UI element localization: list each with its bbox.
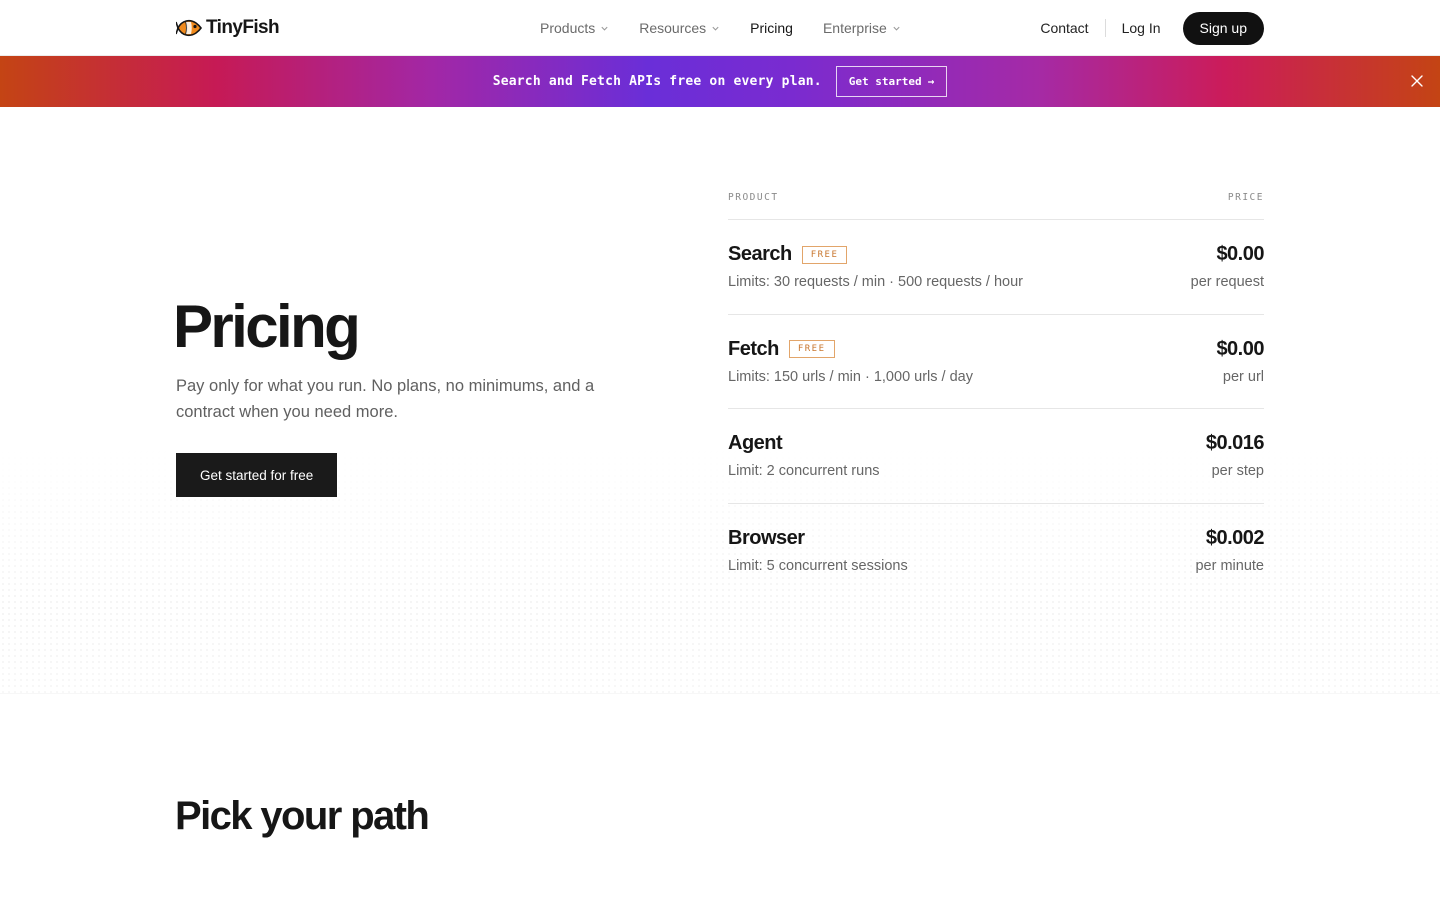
product-name-group: Browser (728, 527, 805, 550)
chevron-down-icon (712, 26, 719, 31)
product-limits: Limits: 150 urls / min · 1,000 urls / da… (728, 368, 973, 385)
pricing-table: PRODUCT PRICE Search FREE Limits: 30 req… (728, 192, 1265, 599)
nav-item-label: Pricing (750, 20, 793, 36)
banner-text: Search and Fetch APIs free on every plan… (492, 74, 822, 89)
product-price: $0.002 (1205, 526, 1265, 549)
arrow-right-icon: → (927, 75, 935, 88)
product-price: $0.00 (1216, 337, 1264, 360)
nav-item-label: Enterprise (822, 20, 887, 36)
nav-item-label: Resources (639, 20, 707, 36)
close-icon[interactable] (1408, 72, 1426, 90)
product-limits: Limits: 30 requests / min · 500 requests… (728, 274, 1023, 290)
product-price-unit: per request (1190, 274, 1264, 290)
section-title-pick-your-path: Pick your path (175, 794, 430, 838)
column-header-product: PRODUCT (728, 192, 779, 203)
free-badge: FREE (788, 340, 835, 358)
pricing-table-header: PRODUCT PRICE (728, 192, 1264, 220)
product-name-group: Agent (728, 432, 783, 455)
product-name-group: Fetch FREE (728, 338, 835, 361)
product-price-unit: per minute (1195, 557, 1264, 574)
product-price: $0.00 (1216, 243, 1264, 265)
contact-link[interactable]: Contact (1040, 20, 1088, 36)
product-limits: Limit: 2 concurrent runs (728, 463, 880, 479)
free-badge: FREE (801, 245, 848, 264)
product-name: Agent (728, 432, 783, 454)
banner-cta-label: Get started (848, 75, 922, 88)
pricing-row-browser: Browser Limit: 5 concurrent sessions $0.… (728, 504, 1265, 599)
pricing-hero: Pricing Pay only for what you run. No pl… (0, 107, 1440, 694)
chevron-down-icon (893, 26, 900, 31)
main-nav: Products Resources Pricing Enterprise (540, 0, 931, 56)
pricing-row-fetch: Fetch FREE Limits: 150 urls / min · 1,00… (728, 315, 1264, 409)
product-name: Search (728, 243, 792, 265)
nav-item-pricing[interactable]: Pricing (750, 20, 793, 36)
banner-content: Search and Fetch APIs free on every plan… (0, 56, 1440, 107)
page-subtitle: Pay only for what you run. No plans, no … (176, 377, 595, 421)
nav-divider (1104, 19, 1106, 37)
announcement-banner: Search and Fetch APIs free on every plan… (0, 56, 1440, 107)
nav-item-products[interactable]: Products (540, 20, 609, 36)
nav-item-enterprise[interactable]: Enterprise (823, 20, 901, 36)
signup-button[interactable]: Sign up (1182, 11, 1264, 45)
product-price-unit: per url (1222, 368, 1264, 385)
login-link[interactable]: Log In (1122, 20, 1161, 36)
product-price-unit: per step (1211, 463, 1264, 479)
pricing-row-agent: Agent Limit: 2 concurrent runs $0.016 pe… (728, 409, 1265, 504)
product-name-group: Search FREE (728, 243, 848, 266)
nav-actions: Contact Log In Sign up (1040, 11, 1264, 45)
product-limits: Limit: 5 concurrent sessions (728, 557, 908, 574)
column-header-price: PRICE (1227, 192, 1264, 203)
chevron-down-icon (601, 26, 608, 31)
top-navbar: TinyFish Products Resources Pricing Ente… (0, 0, 1440, 56)
brand-name: TinyFish (206, 17, 280, 38)
fish-icon (176, 19, 202, 37)
nav-item-resources[interactable]: Resources (639, 20, 720, 36)
product-name: Browser (728, 526, 805, 549)
brand-logo[interactable]: TinyFish (176, 15, 280, 41)
get-started-free-button[interactable]: Get started for free (176, 453, 338, 497)
nav-item-label: Products (540, 20, 596, 36)
banner-get-started-button[interactable]: Get started → (835, 66, 948, 97)
product-price: $0.016 (1205, 432, 1265, 454)
page-title: Pricing (173, 293, 361, 360)
pricing-row-search: Search FREE Limits: 30 requests / min · … (728, 220, 1264, 315)
product-name: Fetch (728, 337, 779, 360)
